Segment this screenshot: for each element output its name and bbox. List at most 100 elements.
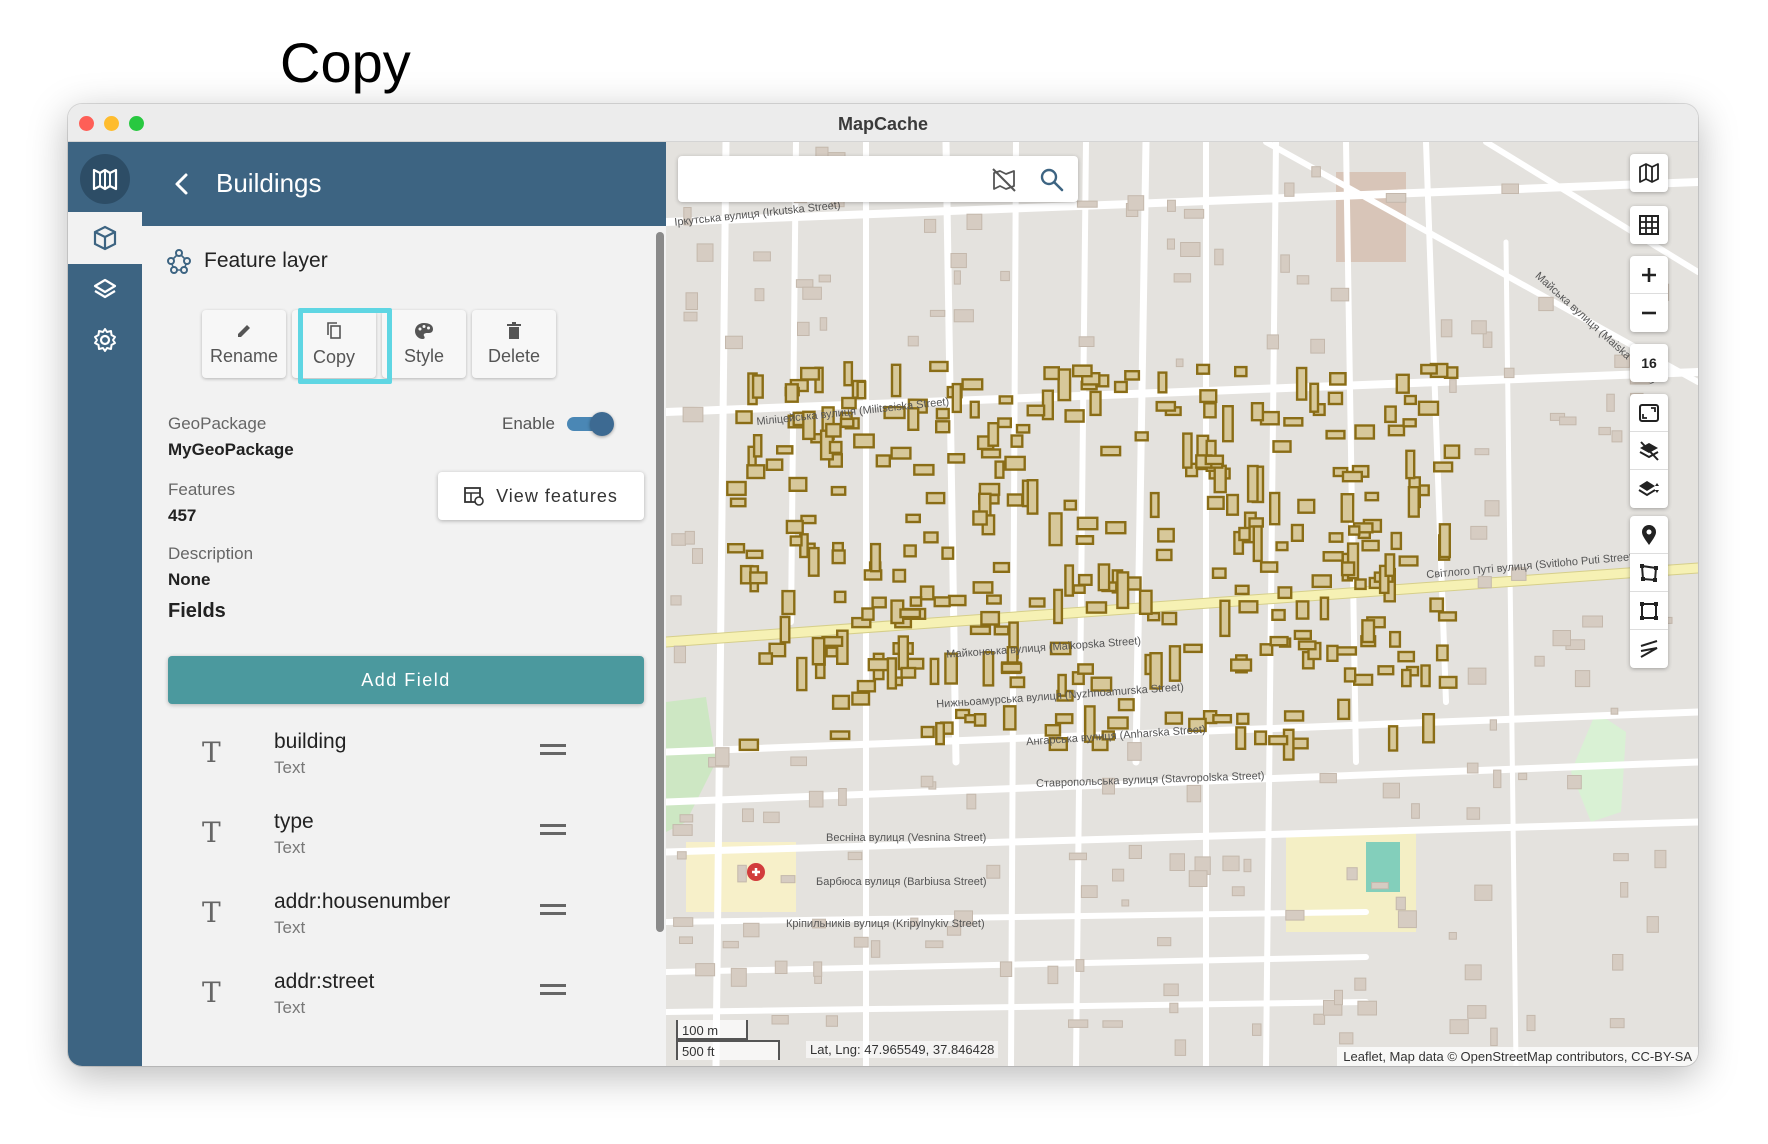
feature-building[interactable] — [1401, 668, 1412, 688]
feature-building[interactable] — [871, 596, 887, 609]
feature-building[interactable] — [1443, 444, 1461, 460]
feature-building[interactable] — [1269, 491, 1281, 526]
feature-building[interactable] — [1405, 449, 1416, 480]
feature-building[interactable] — [1117, 698, 1135, 712]
rail-item-layers[interactable] — [68, 264, 142, 316]
field-row[interactable]: T building Text — [142, 728, 662, 796]
feature-building[interactable] — [969, 625, 992, 636]
fit-bounds-button[interactable] — [1630, 394, 1668, 432]
feature-building[interactable] — [1361, 619, 1376, 644]
feature-building[interactable] — [892, 568, 907, 583]
feature-building[interactable] — [1157, 371, 1168, 394]
feature-building[interactable] — [1328, 532, 1344, 543]
feature-building[interactable] — [1234, 365, 1248, 378]
feature-building[interactable] — [1309, 382, 1320, 413]
feature-building[interactable] — [867, 658, 890, 672]
feature-building[interactable] — [807, 546, 820, 577]
feature-building[interactable] — [749, 571, 768, 585]
feature-building[interactable] — [1063, 499, 1078, 511]
feature-building[interactable] — [900, 666, 917, 679]
feature-building[interactable] — [1211, 567, 1227, 580]
feature-building[interactable] — [935, 407, 950, 420]
feature-building[interactable] — [781, 589, 796, 616]
feature-building[interactable] — [1353, 673, 1374, 686]
feature-building[interactable] — [869, 542, 882, 573]
feature-building[interactable] — [986, 594, 1002, 605]
feature-building[interactable] — [1438, 675, 1458, 689]
feature-building[interactable] — [1238, 600, 1259, 614]
feature-building[interactable] — [1006, 493, 1024, 507]
zoom-in-button[interactable] — [1630, 256, 1668, 294]
view-features-button[interactable]: View features — [438, 472, 644, 520]
feature-building[interactable] — [998, 395, 1014, 405]
draw-line-button[interactable] — [1630, 630, 1668, 668]
feature-building[interactable] — [784, 383, 799, 403]
feature-building[interactable] — [1064, 409, 1085, 423]
feature-building[interactable] — [1238, 526, 1251, 542]
feature-building[interactable] — [1326, 644, 1339, 662]
feature-building[interactable] — [1422, 713, 1436, 744]
feature-building[interactable] — [1340, 561, 1356, 577]
feature-building[interactable] — [825, 422, 842, 438]
feature-building[interactable] — [1246, 464, 1259, 503]
feature-building[interactable] — [1248, 517, 1265, 528]
feature-building[interactable] — [1271, 608, 1286, 622]
feature-building[interactable] — [1354, 578, 1367, 591]
feature-building[interactable] — [913, 463, 935, 476]
feature-building[interactable] — [919, 585, 935, 601]
feature-building[interactable] — [886, 657, 898, 690]
feature-building[interactable] — [1113, 380, 1128, 394]
feature-building[interactable] — [831, 549, 846, 565]
feature-building[interactable] — [752, 434, 763, 458]
feature-building[interactable] — [856, 380, 867, 400]
feature-building[interactable] — [1389, 630, 1402, 648]
feature-building[interactable] — [1057, 368, 1072, 402]
feature-building[interactable] — [1234, 584, 1250, 596]
feature-building[interactable] — [897, 635, 910, 671]
feature-building[interactable] — [875, 454, 892, 468]
map-view[interactable]: Іркутська вулиця (Irkutska Street) Міліц… — [666, 142, 1698, 1066]
feature-building[interactable] — [1269, 635, 1289, 647]
feature-building[interactable] — [788, 476, 808, 493]
feature-building[interactable] — [1403, 394, 1418, 406]
rename-button[interactable]: Rename — [202, 310, 286, 378]
feature-building[interactable] — [1293, 629, 1313, 641]
feature-building[interactable] — [1196, 363, 1211, 375]
feature-building[interactable] — [1212, 714, 1233, 724]
feature-building[interactable] — [746, 464, 766, 480]
feature-building[interactable] — [799, 366, 821, 381]
feature-building[interactable] — [1429, 597, 1445, 613]
feature-building[interactable] — [1252, 525, 1263, 563]
feature-building[interactable] — [980, 610, 1001, 626]
feature-building[interactable] — [1390, 531, 1403, 551]
feature-building[interactable] — [992, 561, 1011, 574]
feature-building[interactable] — [1100, 445, 1122, 457]
app-logo[interactable] — [80, 154, 130, 204]
feature-building[interactable] — [779, 615, 791, 644]
feature-building[interactable] — [1402, 418, 1417, 428]
draw-marker-button[interactable] — [1630, 516, 1668, 554]
feature-building[interactable] — [861, 607, 875, 621]
feature-building[interactable] — [1297, 640, 1317, 651]
feature-building[interactable] — [1236, 712, 1250, 725]
feature-building[interactable] — [1075, 535, 1095, 546]
feature-building[interactable] — [1053, 588, 1064, 625]
feature-building[interactable] — [729, 497, 747, 508]
draw-polygon-button[interactable] — [1630, 554, 1668, 592]
feature-building[interactable] — [1089, 390, 1102, 417]
rail-item-geopackages[interactable] — [68, 212, 142, 264]
feature-building[interactable] — [811, 636, 826, 666]
feature-building[interactable] — [909, 596, 923, 607]
feature-building[interactable] — [987, 422, 1000, 447]
back-button[interactable] — [164, 166, 200, 202]
feature-building[interactable] — [1105, 521, 1127, 535]
feature-building[interactable] — [1072, 584, 1086, 594]
layer-order-button[interactable] — [1630, 470, 1668, 508]
feature-building[interactable] — [941, 546, 955, 560]
feature-building[interactable] — [843, 361, 854, 387]
feature-building[interactable] — [1377, 665, 1395, 676]
feature-building[interactable] — [1398, 555, 1419, 567]
feature-building[interactable] — [1340, 493, 1355, 523]
drag-handle-icon[interactable] — [540, 744, 566, 758]
field-row[interactable]: T type Text — [142, 808, 662, 876]
